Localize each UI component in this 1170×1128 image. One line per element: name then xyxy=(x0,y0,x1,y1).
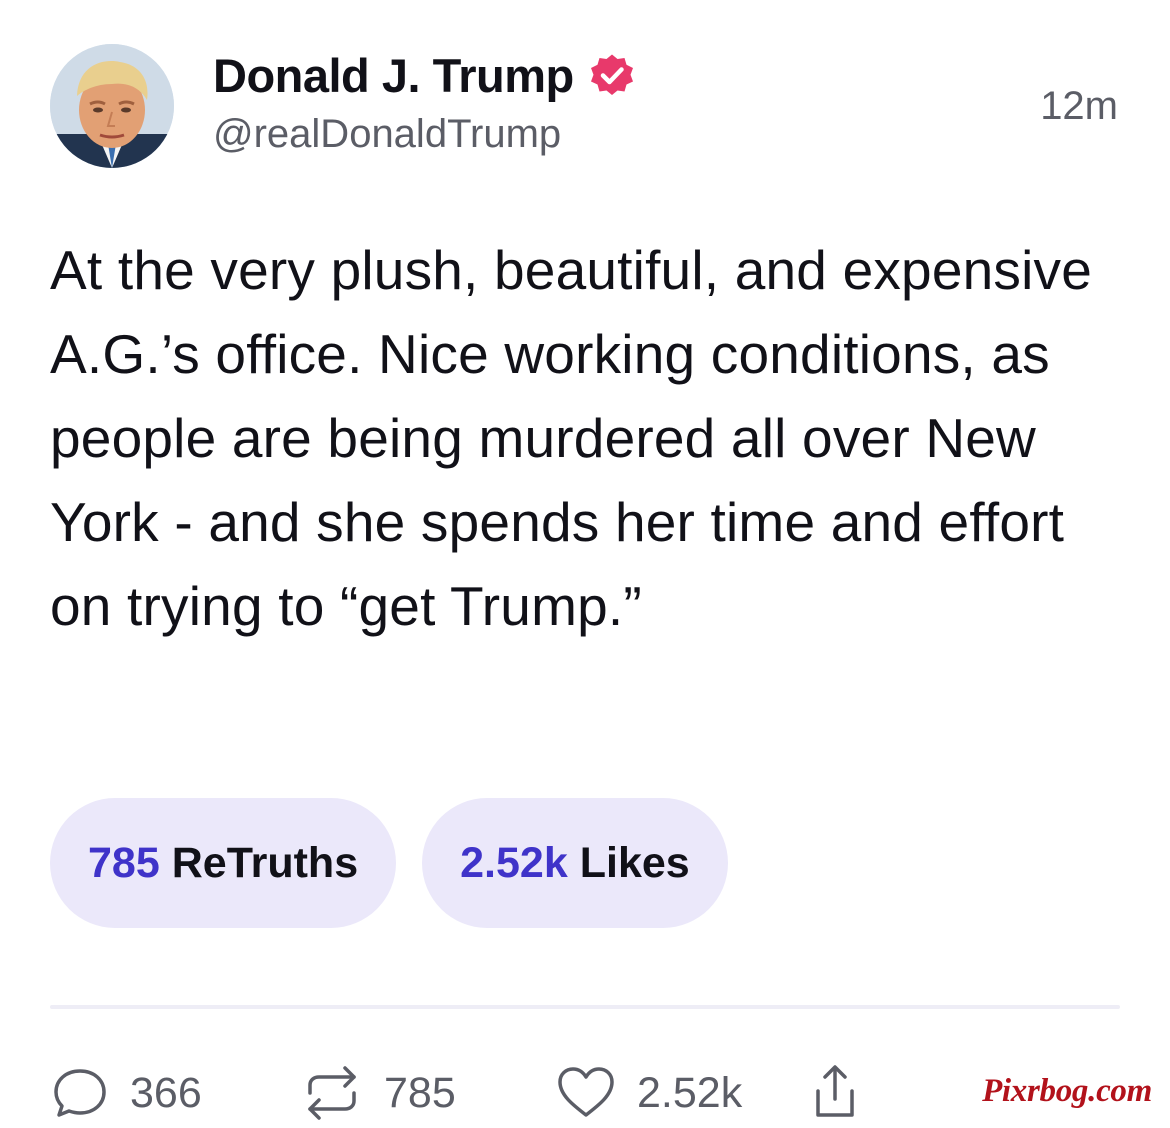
like-count: 2.52k xyxy=(637,1068,743,1117)
share-button[interactable] xyxy=(810,1058,860,1128)
retruth-button[interactable]: 785 xyxy=(300,1058,456,1128)
divider xyxy=(50,1005,1120,1009)
author-display-name[interactable]: Donald J. Trump xyxy=(213,48,574,103)
retruth-count: 785 xyxy=(384,1068,456,1117)
post-stats: 785 ReTruths 2.52k Likes xyxy=(50,798,728,928)
post-timestamp: 12m xyxy=(1040,84,1118,128)
author-name-row: Donald J. Trump xyxy=(213,44,636,106)
retruths-label: ReTruths xyxy=(171,838,359,887)
post-text: At the very plush, beautiful, and expens… xyxy=(50,239,1093,637)
retruth-icon xyxy=(308,1066,356,1120)
likes-count-pill[interactable]: 2.52k Likes xyxy=(422,798,728,928)
like-button[interactable]: 2.52k xyxy=(555,1058,742,1128)
author-handle[interactable]: @realDonaldTrump xyxy=(213,112,561,157)
heart-icon xyxy=(558,1067,614,1117)
reply-button[interactable]: 366 xyxy=(50,1058,202,1128)
verified-badge-icon xyxy=(590,54,633,95)
avatar-portrait-icon xyxy=(50,44,174,168)
truth-post: Donald J. Trump @realDonaldTrump 12m At … xyxy=(0,0,1170,1127)
retruths-count: 785 xyxy=(88,838,160,887)
reply-icon xyxy=(54,1069,106,1117)
likes-count: 2.52k xyxy=(460,838,568,887)
author-avatar[interactable] xyxy=(50,44,174,168)
retruths-count-pill[interactable]: 785 ReTruths xyxy=(50,798,397,928)
watermark: Pixrbog.com xyxy=(982,1073,1152,1109)
likes-label: Likes xyxy=(579,838,690,887)
reply-count: 366 xyxy=(130,1068,202,1117)
share-icon xyxy=(816,1065,854,1117)
